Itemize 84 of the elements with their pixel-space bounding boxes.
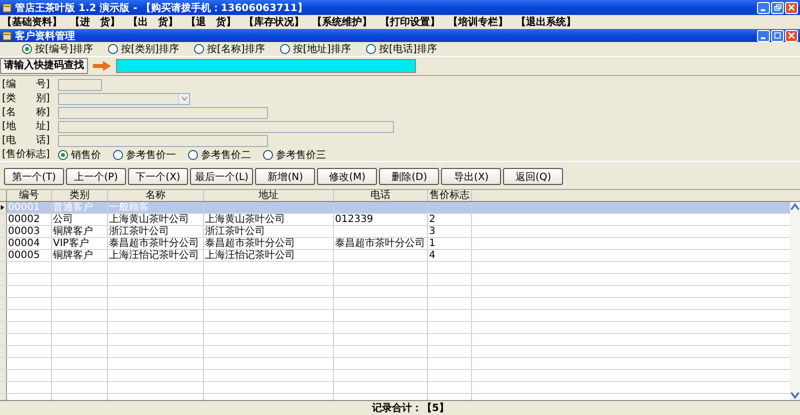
table-cell: 00005 xyxy=(8,250,40,261)
nav-button[interactable]: 下一个(X) xyxy=(128,168,188,185)
nav-button[interactable]: 上一个(P) xyxy=(66,168,126,185)
category-dropdown[interactable] xyxy=(58,92,190,104)
input-field[interactable] xyxy=(58,120,394,132)
nav-button[interactable]: 修改(M) xyxy=(317,168,378,185)
price-radio[interactable]: 参考售价一 xyxy=(113,148,176,162)
field-label: [售价标志] xyxy=(2,148,51,161)
field-label: [电 话] xyxy=(2,134,51,147)
column-header[interactable]: 名称 xyxy=(108,190,204,201)
close-icon xyxy=(787,31,796,40)
sort-radio[interactable]: 按[电话]排序 xyxy=(366,42,452,56)
nav-button[interactable]: 删除(D) xyxy=(379,168,440,185)
search-label: 请输入快捷码查找 xyxy=(0,58,88,74)
nav-button[interactable]: 第一个(T) xyxy=(4,168,64,185)
maximize-icon xyxy=(773,31,782,40)
scroll-down-icon[interactable] xyxy=(790,390,800,400)
column-header[interactable]: 售价标志 xyxy=(428,190,472,201)
scrollbar[interactable] xyxy=(790,202,800,400)
nav-button[interactable]: 最后一个(L) xyxy=(190,168,254,185)
minimize-button[interactable] xyxy=(757,2,770,14)
maximize-button[interactable] xyxy=(771,30,784,42)
sort-radio[interactable]: 按[地址]排序 xyxy=(280,42,366,56)
table-cell: 浙江茶叶公司 xyxy=(205,226,265,237)
table-cell: 4 xyxy=(429,250,436,261)
price-radio[interactable]: 销售价 xyxy=(58,148,101,162)
menu-item[interactable]: 【退出系统】 xyxy=(516,15,576,29)
input-field[interactable] xyxy=(58,106,268,118)
table-cell: 1 xyxy=(429,238,436,249)
nav-button[interactable]: 新增(N) xyxy=(255,168,316,185)
table-cell: 3 xyxy=(429,226,436,237)
menu-item[interactable]: 【退 货】 xyxy=(186,15,236,29)
input-field[interactable] xyxy=(58,78,102,90)
close-button[interactable] xyxy=(785,30,798,42)
table-cell: 上海汪怡记茶叶公司 xyxy=(109,250,199,261)
menu-item[interactable]: 【进 货】 xyxy=(70,15,120,29)
nav-button[interactable]: 返回(Q) xyxy=(503,168,564,185)
window-icon xyxy=(2,30,12,40)
app-icon xyxy=(2,2,12,12)
row-header[interactable] xyxy=(0,202,7,213)
close-icon xyxy=(787,3,796,12)
sort-radio[interactable]: 按[类别]排序 xyxy=(108,42,194,56)
field-label: [地 址] xyxy=(2,120,51,133)
table-cell: 00004 xyxy=(8,238,40,249)
field-label: [名 称] xyxy=(2,106,51,119)
child-window-title: 客户资料管理 xyxy=(15,29,75,42)
column-header[interactable]: 编号 xyxy=(7,190,52,201)
menu-item[interactable]: 【库存状况】 xyxy=(244,15,304,29)
window-title: 管店王茶叶版 1.2 演示版 - 【购买请拨手机：13606063711】 xyxy=(15,1,308,14)
table-cell: 浙江茶叶公司 xyxy=(109,226,169,237)
menu-item[interactable]: 【培训专栏】 xyxy=(448,15,508,29)
price-radio[interactable]: 参考售价三 xyxy=(263,148,326,162)
column-header[interactable]: 类别 xyxy=(52,190,108,201)
menu-item[interactable]: 【系统维护】 xyxy=(312,15,372,29)
input-field[interactable] xyxy=(58,134,268,146)
restore-button[interactable] xyxy=(771,2,784,14)
field-label: [编 号] xyxy=(2,78,51,91)
column-header[interactable]: 地址 xyxy=(204,190,334,201)
nav-button[interactable]: 导出(X) xyxy=(441,168,502,185)
sort-radio[interactable]: 按[编号]排序 xyxy=(22,42,108,56)
table-cell: 00002 xyxy=(8,214,40,225)
minimize-button[interactable] xyxy=(757,30,770,42)
scroll-up-icon[interactable] xyxy=(790,202,800,212)
row-pointer-icon xyxy=(0,204,5,211)
table-cell: 00001 xyxy=(8,202,40,213)
field-label: [类 别] xyxy=(2,92,51,105)
menu-item[interactable]: 【基础资料】 xyxy=(2,15,62,29)
table-cell: 上海黄山茶叶公司 xyxy=(109,214,189,225)
table-cell: 2 xyxy=(429,214,436,225)
menu-item[interactable]: 【出 货】 xyxy=(128,15,178,29)
menu-item[interactable]: 【打印设置】 xyxy=(380,15,440,29)
table-cell: 012339 xyxy=(335,214,374,225)
restore-icon xyxy=(773,3,782,12)
price-radio[interactable]: 参考售价二 xyxy=(188,148,251,162)
arrow-icon xyxy=(92,61,112,71)
search-field[interactable] xyxy=(116,59,416,73)
sort-radio[interactable]: 按[名称]排序 xyxy=(194,42,280,56)
column-header[interactable]: 电话 xyxy=(334,190,428,201)
table-cell: 00003 xyxy=(8,226,40,237)
table-cell: 公司 xyxy=(53,214,73,225)
table-cell: 上海黄山茶叶公司 xyxy=(205,214,285,225)
close-button[interactable] xyxy=(785,2,798,14)
table-cell: 上海汪怡记茶叶公司 xyxy=(205,250,295,261)
record-count: 记录合计：【5】 xyxy=(372,402,449,415)
